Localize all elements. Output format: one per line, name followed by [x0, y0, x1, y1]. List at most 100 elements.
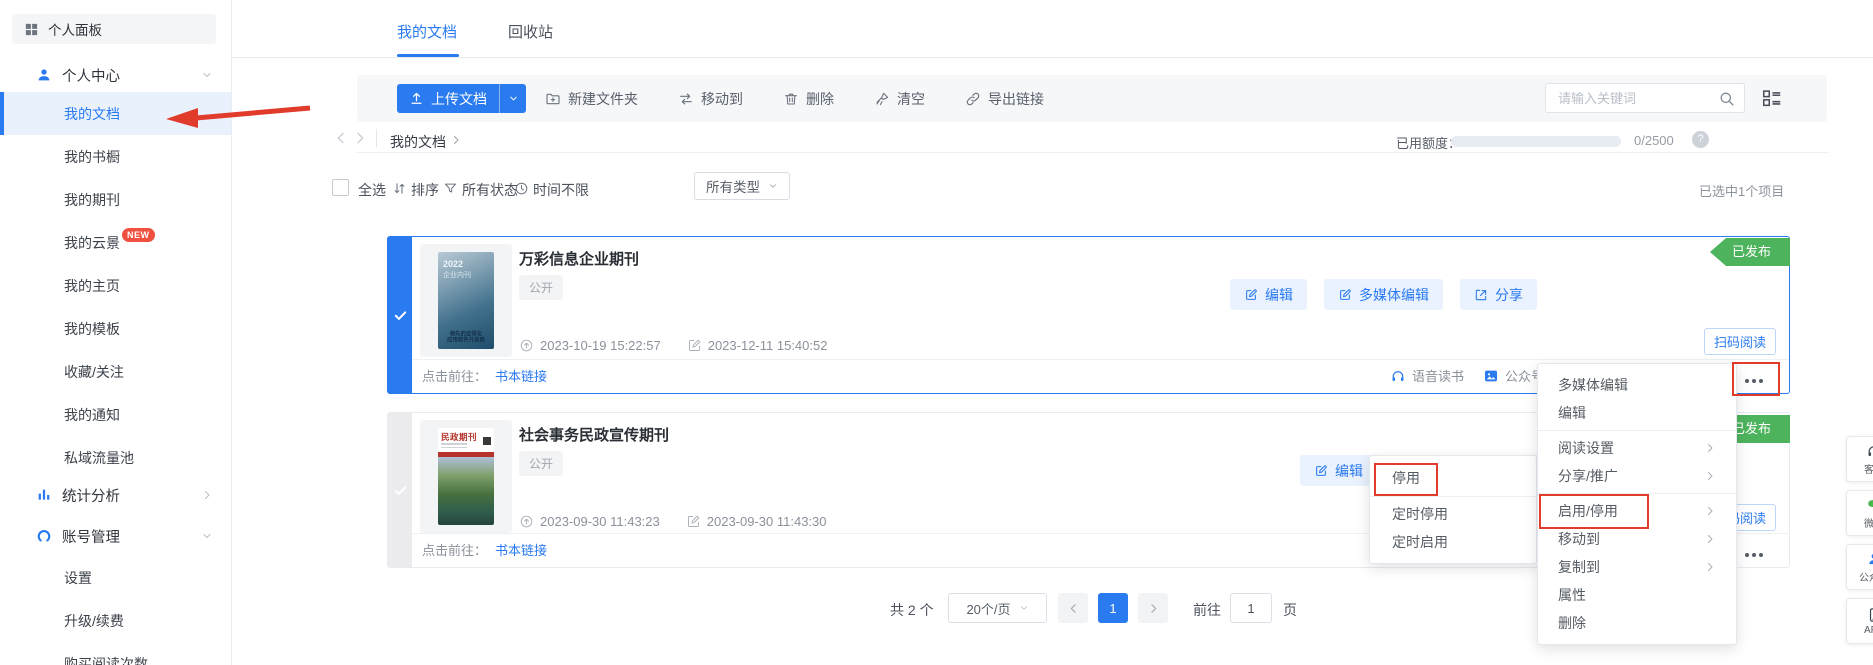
app-widget[interactable]: APP [1846, 598, 1873, 644]
help-icon[interactable]: ? [1692, 131, 1709, 148]
next-page-button[interactable] [1138, 593, 1168, 623]
breadcrumb-forward-icon[interactable] [352, 130, 368, 146]
tab-my-documents[interactable]: 我的文档 [397, 21, 457, 42]
chevron-left-icon [1067, 602, 1080, 615]
created-time: 2023-10-19 15:22:57 [540, 338, 661, 353]
menu-item-delete[interactable]: 删除 [1538, 609, 1736, 637]
tab-recycle-bin[interactable]: 回收站 [508, 21, 553, 42]
book-link[interactable]: 书本链接 [495, 366, 547, 385]
annotation-arrow [160, 96, 320, 136]
select-strip[interactable] [388, 413, 412, 567]
total-count: 共 2 个 [890, 600, 934, 620]
quota-progress-bar [1451, 136, 1621, 147]
sidebar-item-my-periodicals[interactable]: 我的期刊 [0, 178, 231, 221]
move-to-button[interactable]: 移动到 [678, 89, 743, 109]
edit-time-icon [686, 514, 701, 529]
upload-dropdown-button[interactable] [500, 84, 526, 113]
person-icon [1866, 551, 1873, 567]
new-folder-button[interactable]: 新建文件夹 [545, 89, 638, 109]
folder-plus-icon [545, 91, 561, 107]
upload-document-button[interactable]: 上传文档 [397, 84, 526, 113]
breadcrumb[interactable]: 我的文档 [390, 132, 446, 152]
chevron-right-icon [1704, 561, 1716, 573]
menu-item-scheduled-disable[interactable]: 定时停用 [1370, 500, 1536, 528]
sidebar-item-my-templates[interactable]: 我的模板 [0, 307, 231, 350]
select-strip[interactable] [388, 237, 412, 393]
document-title[interactable]: 社会事务民政宣传期刊 [519, 424, 669, 445]
dashboard-label: 个人面板 [48, 19, 102, 39]
prev-page-button[interactable] [1058, 593, 1088, 623]
more-actions-button[interactable] [1745, 553, 1763, 557]
sidebar-item-settings[interactable]: 设置 [0, 556, 231, 599]
official-account-widget[interactable]: 公众号 [1846, 544, 1873, 590]
edit-button[interactable]: 编辑 [1230, 279, 1307, 310]
sidebar-group-personal-center[interactable]: 个人中心 [0, 58, 231, 92]
customer-service-widget[interactable]: 客服 [1846, 436, 1873, 482]
link-icon [965, 91, 981, 107]
menu-divider [1538, 493, 1736, 494]
menu-item-enable-disable[interactable]: 启用/停用 [1538, 497, 1736, 525]
menu-item-edit[interactable]: 编辑 [1538, 399, 1736, 427]
menu-item-disable[interactable]: 停用 [1370, 463, 1536, 493]
breadcrumb-trail-icon [450, 134, 462, 146]
type-filter-select[interactable]: 所有类型 [694, 172, 790, 200]
sidebar-group-account[interactable]: 账号管理 [0, 518, 231, 554]
person-icon [36, 67, 52, 83]
voice-read-button[interactable]: 语音读书 [1390, 366, 1464, 385]
sidebar-item-buy-reads[interactable]: 购买阅读次数 [0, 642, 231, 665]
sidebar-item-dashboard[interactable]: 个人面板 [12, 14, 216, 44]
current-page-button[interactable]: 1 [1098, 593, 1128, 623]
sort-label[interactable]: 排序 [411, 180, 439, 200]
sidebar-item-private-traffic[interactable]: 私域流量池 [0, 436, 231, 479]
wechat-official-button[interactable]: 公众号 [1483, 366, 1544, 385]
toolbar-buttons: 新建文件夹 移动到 删除 清空 导出链接 [545, 75, 1044, 122]
document-dates: 2023-10-19 15:22:57 2023-12-11 15:40:52 [519, 338, 827, 353]
menu-item-scheduled-enable[interactable]: 定时启用 [1370, 528, 1536, 556]
sidebar-item-notifications[interactable]: 我的通知 [0, 393, 231, 436]
sidebar-item-my-bookshelf[interactable]: 我的书橱 [0, 135, 231, 178]
qr-read-button[interactable]: 扫码阅读 [1704, 328, 1776, 355]
document-thumbnail[interactable]: 2022 企业内刊 领先的全球化应用软件开发商 [420, 244, 512, 357]
select-all-checkbox[interactable] [332, 179, 349, 196]
sidebar-item-my-homepage[interactable]: 我的主页 [0, 264, 231, 307]
more-actions-button[interactable] [1745, 379, 1763, 383]
time-filter-label[interactable]: 时间不限 [533, 180, 589, 200]
book-link[interactable]: 书本链接 [495, 540, 547, 559]
menu-item-copy-to[interactable]: 复制到 [1538, 553, 1736, 581]
wechat-widget[interactable]: 微信 [1846, 490, 1873, 536]
export-link-button[interactable]: 导出链接 [965, 89, 1044, 109]
select-all-label[interactable]: 全选 [358, 180, 386, 200]
sidebar-group-statistics[interactable]: 统计分析 [0, 477, 231, 513]
sidebar-item-upgrade[interactable]: 升级/续费 [0, 599, 231, 642]
breadcrumb-back-icon[interactable] [333, 130, 349, 146]
goto-label: 点击前往： [422, 540, 487, 559]
sidebar-item-favorites[interactable]: 收藏/关注 [0, 350, 231, 393]
document-title[interactable]: 万彩信息企业期刊 [519, 248, 639, 269]
cover-qr-code [483, 437, 491, 445]
goto-page-input[interactable] [1230, 593, 1272, 623]
grid-icon [24, 22, 39, 37]
check-icon [393, 483, 408, 498]
search-box [1545, 83, 1745, 113]
page-size-select[interactable]: 20个/页 [948, 593, 1047, 623]
menu-item-share-promote[interactable]: 分享/推广 [1538, 462, 1736, 490]
menu-item-move-to[interactable]: 移动到 [1538, 525, 1736, 553]
edit-button[interactable]: 编辑 [1300, 455, 1377, 486]
sort-icon[interactable] [392, 181, 407, 196]
delete-button[interactable]: 删除 [783, 89, 834, 109]
search-icon[interactable] [1718, 90, 1735, 107]
sidebar-item-my-cloudview[interactable]: 我的云景 NEW [0, 221, 231, 264]
funnel-icon[interactable] [443, 181, 458, 196]
clock-icon[interactable] [514, 181, 529, 196]
menu-item-media-edit[interactable]: 多媒体编辑 [1538, 371, 1736, 399]
status-filter-label[interactable]: 所有状态 [462, 180, 518, 200]
menu-item-properties[interactable]: 属性 [1538, 581, 1736, 609]
view-toggle-icon[interactable] [1761, 87, 1783, 109]
clear-button[interactable]: 清空 [874, 89, 925, 109]
menu-item-read-settings[interactable]: 阅读设置 [1538, 434, 1736, 462]
media-edit-button[interactable]: 多媒体编辑 [1324, 279, 1443, 310]
search-input[interactable] [1546, 84, 1716, 112]
share-button[interactable]: 分享 [1460, 279, 1537, 310]
document-thumbnail[interactable]: 民政期刊 [420, 420, 512, 533]
menu-divider [1370, 496, 1536, 497]
